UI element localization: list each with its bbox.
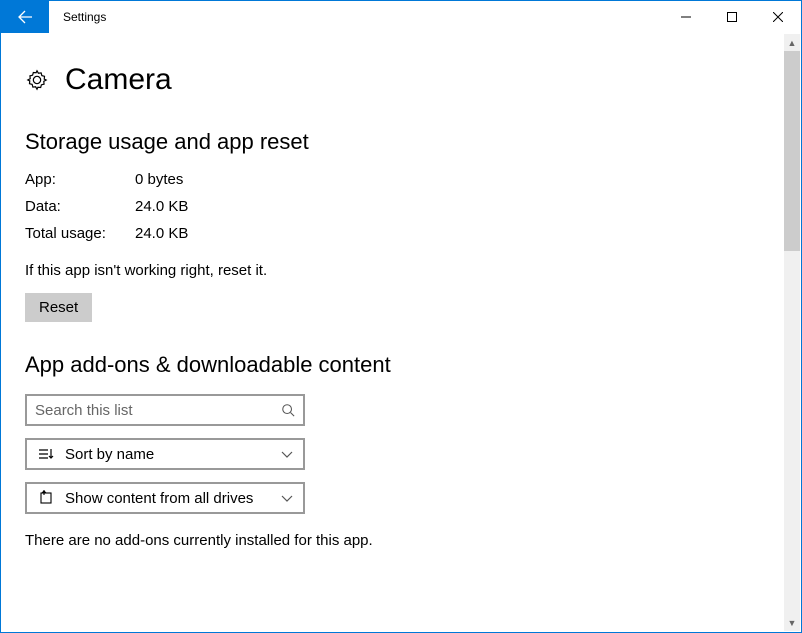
stat-label: Total usage: (25, 225, 135, 242)
filter-label: Show content from all drives (65, 490, 281, 507)
stat-row-data: Data: 24.0 KB (25, 198, 777, 215)
reset-button[interactable]: Reset (25, 293, 92, 322)
scrollbar[interactable]: ▲ ▼ (784, 34, 800, 631)
stat-row-total: Total usage: 24.0 KB (25, 225, 777, 242)
search-input[interactable] (35, 402, 281, 419)
sort-icon (37, 447, 55, 461)
titlebar: Settings (1, 1, 801, 33)
back-button[interactable] (1, 1, 49, 33)
storage-stats: App: 0 bytes Data: 24.0 KB Total usage: … (25, 171, 777, 242)
close-icon (773, 12, 783, 22)
scrollbar-thumb[interactable] (784, 51, 800, 251)
reset-hint: If this app isn't working right, reset i… (25, 262, 777, 279)
search-icon (281, 403, 295, 417)
storage-heading: Storage usage and app reset (25, 129, 777, 155)
empty-message: There are no add-ons currently installed… (25, 532, 777, 549)
window-controls (663, 1, 801, 33)
filter-dropdown[interactable]: Show content from all drives (25, 482, 305, 514)
arrow-left-icon (17, 9, 33, 25)
window-title: Settings (49, 1, 663, 33)
sort-label: Sort by name (65, 446, 281, 463)
stat-value: 24.0 KB (135, 225, 188, 242)
scroll-down-icon[interactable]: ▼ (784, 614, 800, 631)
gear-icon (25, 68, 49, 92)
maximize-button[interactable] (709, 1, 755, 33)
close-button[interactable] (755, 1, 801, 33)
chevron-down-icon (281, 490, 293, 507)
chevron-down-icon (281, 446, 293, 463)
stat-value: 24.0 KB (135, 198, 188, 215)
minimize-icon (681, 12, 691, 22)
addons-heading: App add-ons & downloadable content (25, 352, 777, 378)
sort-dropdown[interactable]: Sort by name (25, 438, 305, 470)
stat-label: Data: (25, 198, 135, 215)
stat-label: App: (25, 171, 135, 188)
maximize-icon (727, 12, 737, 22)
minimize-button[interactable] (663, 1, 709, 33)
search-box[interactable] (25, 394, 305, 426)
content-area: Camera Storage usage and app reset App: … (1, 33, 801, 632)
page-title: Camera (65, 63, 172, 97)
stat-row-app: App: 0 bytes (25, 171, 777, 188)
page-header: Camera (25, 63, 777, 97)
scroll-up-icon[interactable]: ▲ (784, 34, 800, 51)
stat-value: 0 bytes (135, 171, 183, 188)
drive-icon (37, 490, 55, 506)
